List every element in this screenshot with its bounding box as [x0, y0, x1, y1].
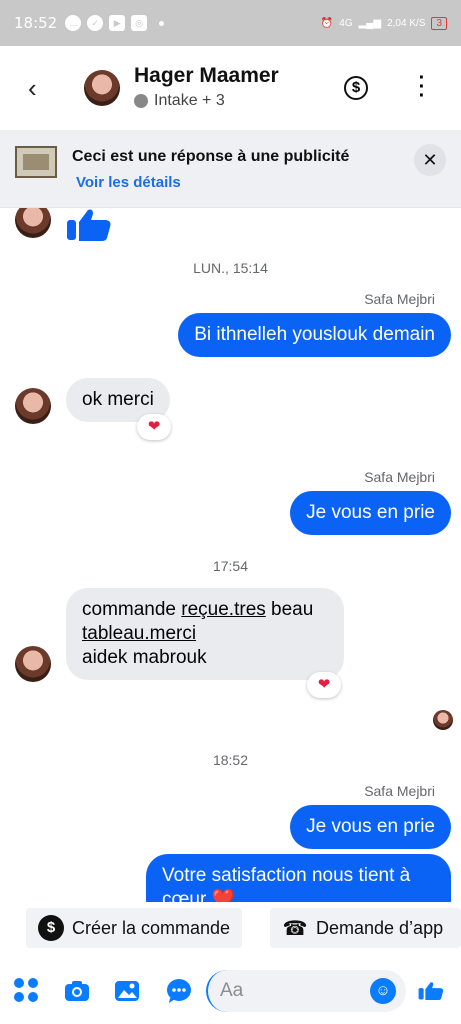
like-thumb-icon: [67, 209, 111, 241]
create-order-label: Créer la commande: [72, 917, 231, 938]
contact-subtitle: Intake + 3: [134, 92, 225, 110]
ad-banner-title: Ceci est une réponse à une publicité: [72, 148, 350, 165]
more-notifications-icon: [159, 20, 165, 26]
outgoing-message[interactable]: Votre satisfaction nous tient à cœur ❤️: [146, 854, 451, 902]
camera-icon[interactable]: [64, 978, 90, 1004]
status-bar: 18:52 … ✓ ▶ ◎ ⏰ 4G ▂▄▆ 2,04 K/S 3: [0, 0, 461, 46]
sender-avatar[interactable]: [15, 388, 51, 424]
message-text: aidek mabrouk: [82, 647, 207, 668]
contact-subtitle-text: Intake + 3: [154, 92, 225, 109]
speed-label: 2,04 K/S: [387, 17, 426, 29]
timestamp-separator: 17:54: [212, 558, 249, 574]
youtube-notification-icon: ▶: [109, 15, 126, 31]
chat-bubble-icon[interactable]: [166, 978, 192, 1004]
outgoing-message[interactable]: Je vous en prie: [290, 805, 451, 849]
phone-add-icon: ☎: [282, 917, 308, 940]
sender-label: Safa Mejbri: [364, 291, 435, 307]
close-icon[interactable]: ✕: [414, 144, 446, 176]
contact-avatar[interactable]: [84, 70, 120, 106]
payment-dollar-icon[interactable]: $: [344, 76, 368, 100]
dollar-icon: $: [38, 915, 64, 941]
sender-label: Safa Mejbri: [364, 783, 435, 799]
instagram-notification-icon: ◎: [131, 15, 148, 31]
create-order-button[interactable]: $ Créer la commande: [26, 908, 243, 948]
more-options-icon[interactable]: · · ·: [415, 68, 429, 106]
sender-avatar[interactable]: [15, 208, 51, 238]
message-text: beau: [265, 599, 314, 620]
messenger-notification-icon: …: [65, 15, 82, 31]
back-arrow-icon[interactable]: ‹: [28, 74, 50, 102]
gallery-icon[interactable]: [114, 978, 140, 1004]
menu-grid-icon[interactable]: [14, 978, 40, 1004]
request-appointment-label: Demande d’app: [316, 917, 444, 938]
presence-dot-icon: [134, 94, 148, 108]
message-link[interactable]: reçue.tres: [181, 599, 265, 620]
ad-thumbnail[interactable]: [15, 146, 57, 178]
outgoing-message[interactable]: Je vous en prie: [290, 491, 451, 535]
ad-reply-banner: Ceci est une réponse à une publicité Voi…: [0, 130, 461, 208]
signal-icon: ▂▄▆: [358, 17, 382, 29]
timestamp-separator: LUN., 15:14: [193, 260, 268, 276]
chat-header: ‹ Hager Maamer Intake + 3 $ · · ·: [0, 46, 461, 130]
timestamp-separator: 18:52: [212, 752, 249, 768]
heart-reaction-icon[interactable]: ❤: [307, 672, 341, 698]
contact-name[interactable]: Hager Maamer: [134, 64, 279, 88]
like-button-icon[interactable]: [418, 978, 444, 1004]
message-link[interactable]: tableau.merci: [82, 623, 196, 644]
alarm-icon: ⏰: [320, 17, 334, 29]
message-composer: Aa ☺: [0, 958, 461, 1024]
network-label: 4G: [339, 17, 353, 29]
battery-indicator: 3: [431, 16, 447, 30]
heart-reaction-icon[interactable]: ❤: [137, 414, 171, 440]
sender-avatar[interactable]: [15, 646, 51, 682]
sender-label: Safa Mejbri: [364, 469, 435, 485]
app-notification-icon: ✓: [87, 15, 104, 31]
seen-receipt-avatar: [433, 710, 453, 730]
message-text: commande: [82, 599, 182, 620]
incoming-message[interactable]: commande reçue.tres beau tableau.merci a…: [66, 588, 344, 680]
ad-details-link[interactable]: Voir les détails: [76, 174, 181, 191]
message-list[interactable]: LUN., 15:14 Safa Mejbri Bi ithnelleh you…: [0, 208, 461, 902]
status-time: 18:52: [14, 14, 58, 32]
status-right: ⏰ 4G ▂▄▆ 2,04 K/S 3: [320, 16, 447, 30]
quick-actions-bar: $ Créer la commande ☎ Demande d’app: [0, 902, 461, 958]
request-appointment-button[interactable]: ☎ Demande d’app: [270, 908, 461, 948]
emoji-icon[interactable]: ☺: [370, 978, 396, 1004]
outgoing-message[interactable]: Bi ithnelleh youslouk demain: [178, 313, 451, 357]
